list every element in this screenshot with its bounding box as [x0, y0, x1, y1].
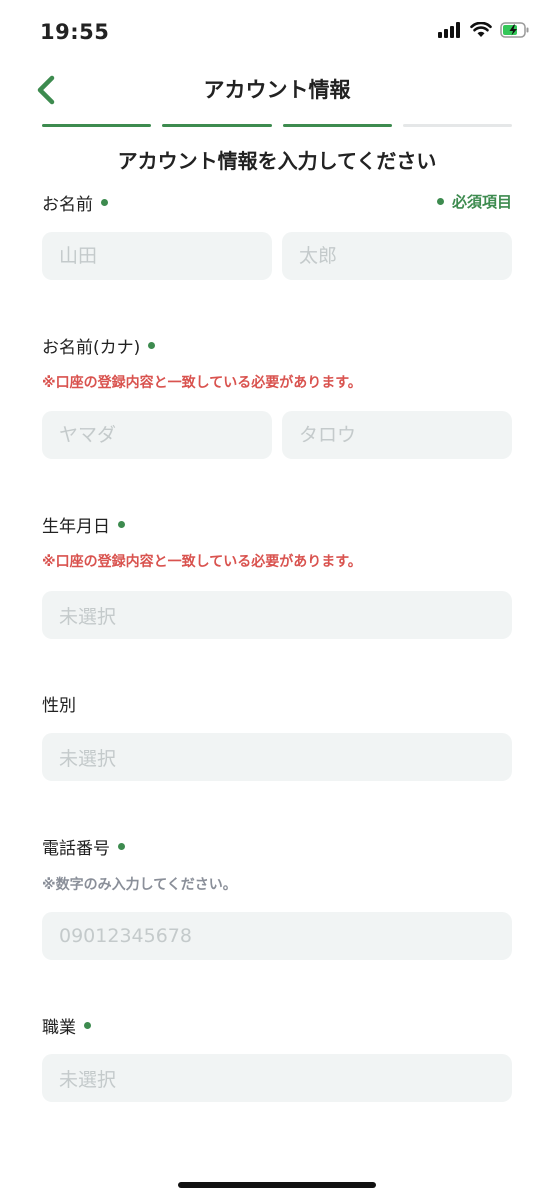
gender-label-text: 性別 [42, 696, 76, 716]
phone-label-text: 電話番号 [42, 839, 110, 859]
progress-step [42, 124, 152, 127]
birthdate-placeholder: 未選択 [59, 605, 117, 628]
last-name-input[interactable] [42, 232, 272, 280]
page-title: アカウント情報 [203, 78, 351, 102]
wifi-icon [470, 22, 492, 37]
home-indicator[interactable] [178, 1182, 376, 1188]
required-dot-icon [101, 199, 108, 206]
phone-label: 電話番号 [42, 834, 125, 859]
name-kana-note: ※口座の登録内容と一致している必要があります。 [42, 375, 362, 391]
required-legend-text: 必須項目 [451, 193, 512, 211]
last-name-kana-input[interactable] [42, 411, 272, 459]
required-dot-icon [148, 342, 156, 349]
required-dot-icon [118, 843, 125, 850]
required-dot-icon [84, 1022, 91, 1029]
name-kana-label: お名前(カナ) [42, 333, 156, 358]
birthdate-select[interactable]: 未選択 [42, 591, 512, 639]
status-icons [438, 22, 530, 38]
occupation-select[interactable]: 未選択 [42, 1054, 512, 1102]
birthdate-label: 生年月日 [42, 512, 125, 537]
name-kana-label-text: お名前(カナ) [42, 338, 141, 358]
gender-label: 性別 [42, 691, 76, 716]
status-bar: 19:55 [0, 0, 554, 64]
occupation-label-text: 職業 [42, 1018, 76, 1038]
progress-step [402, 124, 512, 127]
first-name-input[interactable] [282, 232, 512, 280]
nav-bar: アカウント情報 [0, 64, 554, 114]
progress-step [162, 124, 272, 127]
phone-input[interactable] [42, 912, 512, 960]
battery-charging-icon [500, 22, 529, 38]
required-legend: 必須項目 [436, 191, 512, 212]
form-heading: アカウント情報を入力してください [117, 149, 437, 173]
birthdate-note: ※口座の登録内容と一致している必要があります。 [42, 554, 362, 570]
required-dot-icon [436, 198, 444, 205]
step-progress [42, 124, 512, 127]
occupation-placeholder: 未選択 [59, 1068, 117, 1091]
signal-icon [438, 22, 460, 38]
birthdate-label-text: 生年月日 [42, 517, 110, 537]
gender-placeholder: 未選択 [59, 747, 117, 770]
status-time: 19:55 [40, 20, 110, 44]
required-dot-icon [118, 521, 125, 528]
occupation-label: 職業 [42, 1013, 91, 1038]
name-label: お名前 [42, 190, 108, 215]
gender-select[interactable]: 未選択 [42, 733, 512, 781]
phone-note: ※数字のみ入力してください。 [42, 877, 237, 893]
first-name-kana-input[interactable] [282, 411, 512, 459]
progress-step [282, 124, 392, 127]
name-label-text: お名前 [42, 195, 93, 215]
